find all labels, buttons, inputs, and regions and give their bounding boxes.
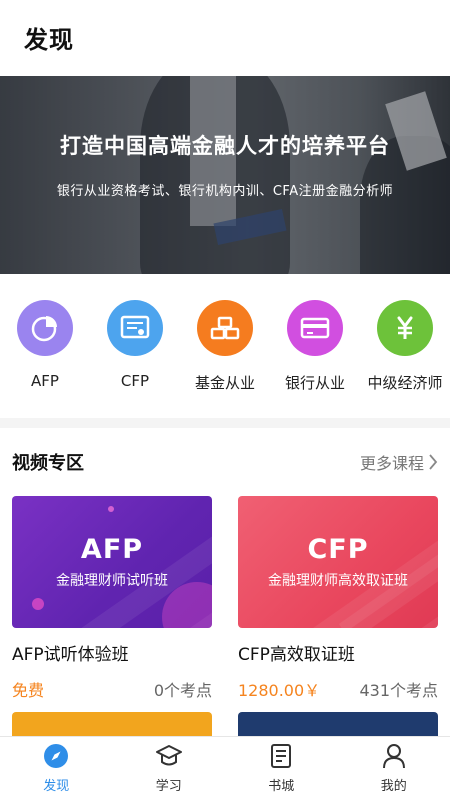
course-cover[interactable]: AFP 金融理财师试听班 (12, 496, 212, 628)
course-card[interactable]: AFP 金融理财师试听班 AFP试听体验班 免费 0个考点 (12, 496, 212, 701)
cover-title: CFP (307, 534, 369, 565)
banner-subtitle: 银行从业资格考试、银行机构内训、CFA注册金融分析师 (56, 184, 394, 199)
category-label: AFP (31, 372, 59, 390)
course-name: AFP试听体验班 (12, 645, 129, 665)
cover-title: AFP (80, 534, 144, 565)
category-label: 银行从业 (284, 374, 345, 392)
bottom-tab-bar: 发现 学习 书城 我的 (0, 736, 450, 800)
banner-title: 打造中国高端金融人才的培养平台 (60, 134, 390, 158)
course-price: 免费 (12, 681, 45, 700)
category-label: 基金从业 (194, 374, 255, 392)
currency-icon (377, 300, 433, 356)
category-label: CFP (120, 372, 150, 390)
chevron-right-icon (429, 454, 438, 470)
course-card[interactable]: CFP 金融理财师高效取证班 CFP高效取证班 1280.00￥ 431个考点 (238, 496, 438, 701)
tab-label: 我的 (380, 779, 407, 794)
tab-label: 书城 (268, 779, 295, 794)
course-price: 1280.00￥ (238, 681, 321, 700)
category-afp[interactable]: AFP (0, 300, 90, 418)
category-label: 中级经济师 (367, 374, 443, 392)
more-courses-label: 更多课程 (359, 454, 424, 473)
course-points: 431个考点 (359, 681, 438, 700)
cover-decoration (108, 506, 114, 512)
cover-decoration (32, 598, 44, 610)
tab-mine[interactable]: 我的 (338, 737, 450, 800)
tab-label: 学习 (155, 779, 182, 794)
bank-card-icon (287, 300, 343, 356)
course-list: AFP 金融理财师试听班 AFP试听体验班 免费 0个考点 CFP 金融理财师高… (0, 478, 450, 701)
category-fund[interactable]: 基金从业 (180, 300, 270, 418)
category-economist[interactable]: 中级经济师 (360, 300, 450, 418)
section-divider (0, 418, 450, 428)
user-icon (382, 744, 405, 769)
category-cfp[interactable]: CFP (90, 300, 180, 418)
gold-bars-icon (197, 300, 253, 356)
tab-label: 发现 (43, 779, 70, 794)
graduation-cap-icon (155, 745, 182, 766)
tab-discover[interactable]: 发现 (0, 737, 113, 800)
section-title: 视频专区 (12, 453, 84, 474)
more-courses-link[interactable]: 更多课程 (360, 450, 438, 474)
course-name: CFP高效取证班 (238, 645, 355, 665)
course-points: 0个考点 (153, 681, 212, 700)
banner[interactable]: 打造中国高端金融人才的培养平台 银行从业资格考试、银行机构内训、CFA注册金融分… (0, 76, 450, 274)
book-icon (271, 744, 292, 768)
cover-subtitle: 金融理财师试听班 (56, 573, 168, 589)
cover-subtitle: 金融理财师高效取证班 (268, 573, 408, 589)
category-grid: AFP CFP 基金从业 银行从业 中级经济师 (0, 274, 450, 418)
page-title: 发现 (24, 26, 74, 54)
video-section-header: 视频专区 更多课程 (0, 428, 450, 478)
tab-bookstore[interactable]: 书城 (225, 737, 338, 800)
course-cover[interactable]: CFP 金融理财师高效取证班 (238, 496, 438, 628)
certificate-icon (107, 300, 163, 356)
tab-study[interactable]: 学习 (113, 737, 226, 800)
pie-chart-icon (17, 300, 73, 356)
category-bank[interactable]: 银行从业 (270, 300, 360, 418)
compass-icon (44, 744, 69, 768)
course-meta: 1280.00￥ 431个考点 (238, 677, 438, 701)
header: 发现 (0, 0, 450, 76)
course-meta: 免费 0个考点 (12, 677, 212, 701)
banner-shade (0, 76, 450, 274)
